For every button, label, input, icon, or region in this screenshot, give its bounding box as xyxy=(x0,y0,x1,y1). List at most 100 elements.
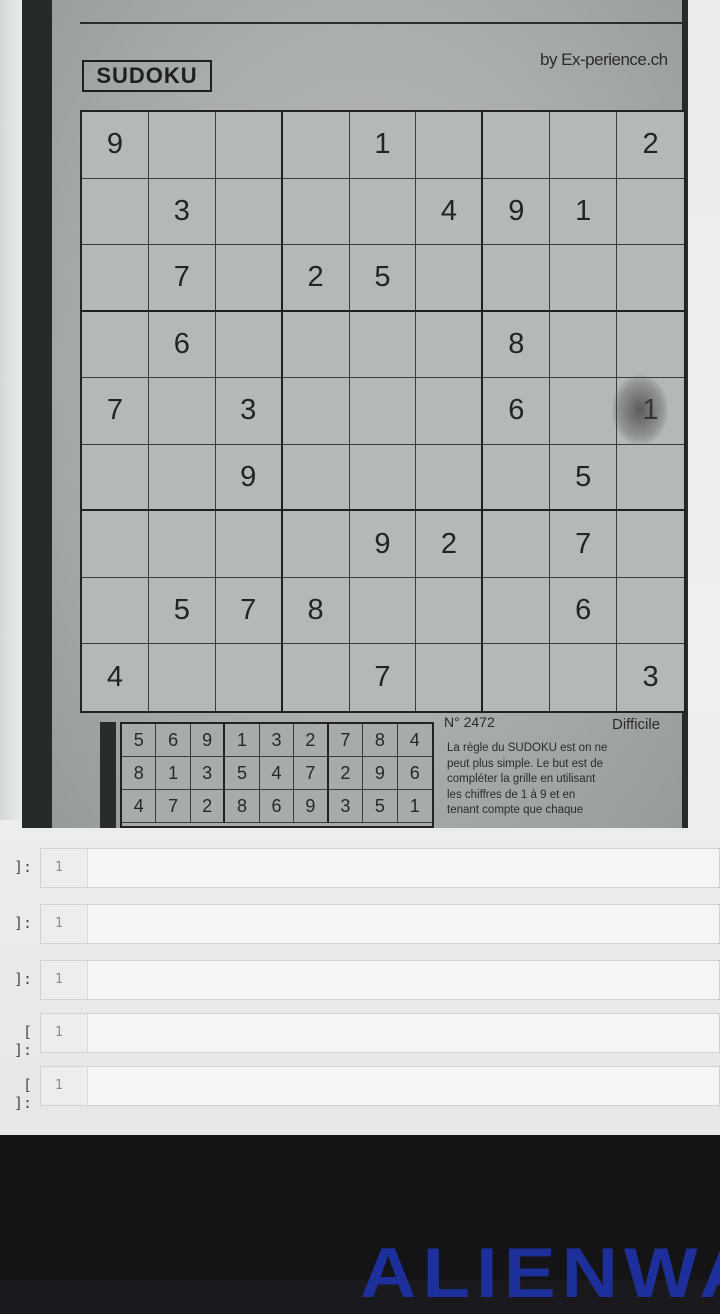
line-number: 1 xyxy=(55,1078,63,1093)
solution-cell: 7 xyxy=(294,757,329,790)
solution-cell: 7 xyxy=(328,724,364,757)
solution-cell: 6 xyxy=(259,790,295,823)
sudoku-cell: 8 xyxy=(483,311,551,379)
sudoku-cell: 2 xyxy=(416,511,484,578)
solution-cell: 6 xyxy=(156,724,191,757)
solution-cell: 1 xyxy=(225,724,260,757)
solution-cell: 3 xyxy=(328,790,364,823)
code-input[interactable]: 1 xyxy=(40,960,720,1000)
sudoku-cell xyxy=(82,178,149,246)
sudoku-cell xyxy=(215,511,283,578)
sudoku-cell: 2 xyxy=(282,245,350,312)
rules-line: La règle du SUDOKU est on ne xyxy=(447,742,608,754)
solution-cell: 9 xyxy=(190,724,226,757)
sudoku-cell: 3 xyxy=(148,178,216,246)
cell-prompt: [ ]: xyxy=(13,1076,32,1112)
solution-cell: 4 xyxy=(397,724,432,757)
sudoku-cell: 1 xyxy=(550,178,618,246)
solution-cell: 6 xyxy=(397,757,432,790)
solution-grid: 569132784813547296472869351 xyxy=(120,722,434,828)
sudoku-cell xyxy=(416,444,484,512)
sudoku-cell xyxy=(148,511,216,578)
sudoku-cell: 7 xyxy=(550,511,618,578)
code-cell[interactable]: ]: 1 xyxy=(0,960,720,1000)
line-gutter: 1 xyxy=(41,905,88,943)
sudoku-cell xyxy=(283,644,350,711)
sudoku-cell xyxy=(349,577,417,645)
sudoku-cell xyxy=(416,311,484,379)
sudoku-cell: 6 xyxy=(483,378,551,445)
sudoku-cell xyxy=(282,112,350,179)
code-cell[interactable]: ]: 1 xyxy=(0,904,720,944)
notebook-page: SUDOKU by Ex-perience.ch 912349172568736… xyxy=(0,0,720,1135)
sudoku-cell xyxy=(349,378,417,445)
line-gutter: 1 xyxy=(41,961,88,999)
sudoku-cell xyxy=(617,179,684,246)
solution-cell: 2 xyxy=(190,790,226,823)
solution-cell: 1 xyxy=(156,757,191,790)
sudoku-cell xyxy=(82,577,149,645)
sudoku-cell xyxy=(82,245,149,312)
rules-line: les chiffres de 1 à 9 et en xyxy=(447,788,576,801)
sudoku-cell xyxy=(483,511,551,578)
sudoku-cell xyxy=(82,444,149,512)
sudoku-cell xyxy=(483,644,551,711)
line-number: 1 xyxy=(55,1025,63,1040)
newspaper-sheet: SUDOKU by Ex-perience.ch 912349172568736… xyxy=(52,0,686,828)
sudoku-cell xyxy=(282,511,350,578)
difficulty-label: Difficile xyxy=(612,716,661,733)
code-input[interactable]: 1 xyxy=(40,1066,720,1106)
solution-cell: 2 xyxy=(294,724,329,757)
puzzle-number: N° 2472 xyxy=(444,714,495,730)
sudoku-cell: 9 xyxy=(483,178,551,246)
sudoku-cell xyxy=(416,112,484,179)
sudoku-cell xyxy=(550,311,618,379)
solution-cell: 7 xyxy=(156,790,191,823)
sudoku-cell xyxy=(282,444,350,512)
cell-prompt: [ ]: xyxy=(13,1023,32,1059)
solution-cell: 5 xyxy=(225,757,260,790)
sudoku-cell xyxy=(617,445,684,512)
header-rule xyxy=(80,22,682,24)
solution-cell: 8 xyxy=(363,724,398,757)
solution-cell: 3 xyxy=(190,757,226,790)
code-input[interactable]: 1 xyxy=(40,904,720,944)
sudoku-cell xyxy=(416,644,484,711)
code-input[interactable]: 1 xyxy=(40,848,720,888)
sudoku-grid: 9123491725687361959275786473 xyxy=(80,110,686,713)
sudoku-cell xyxy=(282,178,350,246)
code-cell[interactable]: ]: 1 xyxy=(0,848,720,888)
sudoku-cell xyxy=(148,444,216,512)
solution-cell: 1 xyxy=(397,790,432,823)
code-cell[interactable]: [ ]: 1 xyxy=(0,1013,720,1059)
cell-prompt: ]: xyxy=(13,914,32,932)
solution-cell: 8 xyxy=(225,790,260,823)
rules-line: tenant compte que chaque xyxy=(447,804,584,816)
code-cell[interactable]: [ ]: 1 xyxy=(0,1066,720,1112)
sudoku-cell: 7 xyxy=(148,245,216,312)
sudoku-cell xyxy=(617,578,684,645)
sudoku-cell xyxy=(82,311,149,379)
sudoku-cell xyxy=(148,378,216,445)
rules-text: La règle du SUDOKU est on ne peut plus s… xyxy=(447,741,672,819)
solution-cell: 5 xyxy=(122,724,157,757)
ink-smudge xyxy=(612,375,668,445)
sudoku-cell xyxy=(550,112,618,179)
sudoku-cell: 5 xyxy=(550,444,618,512)
solution-cell: 3 xyxy=(259,724,295,757)
cell-prompt: ]: xyxy=(13,858,32,876)
code-input[interactable]: 1 xyxy=(40,1013,720,1053)
sudoku-cell xyxy=(483,444,551,512)
sudoku-cell: 7 xyxy=(350,644,417,711)
sudoku-cell xyxy=(617,511,684,578)
sudoku-cell xyxy=(483,245,551,312)
line-gutter: 1 xyxy=(41,1014,88,1052)
sudoku-cell xyxy=(550,644,618,711)
sudoku-cell xyxy=(416,577,484,645)
line-number: 1 xyxy=(55,916,63,931)
sudoku-cell xyxy=(82,511,149,578)
sudoku-cell xyxy=(215,245,283,312)
sudoku-cell: 9 xyxy=(349,511,417,578)
sudoku-cell: 3 xyxy=(215,378,283,445)
sudoku-cell xyxy=(349,178,417,246)
